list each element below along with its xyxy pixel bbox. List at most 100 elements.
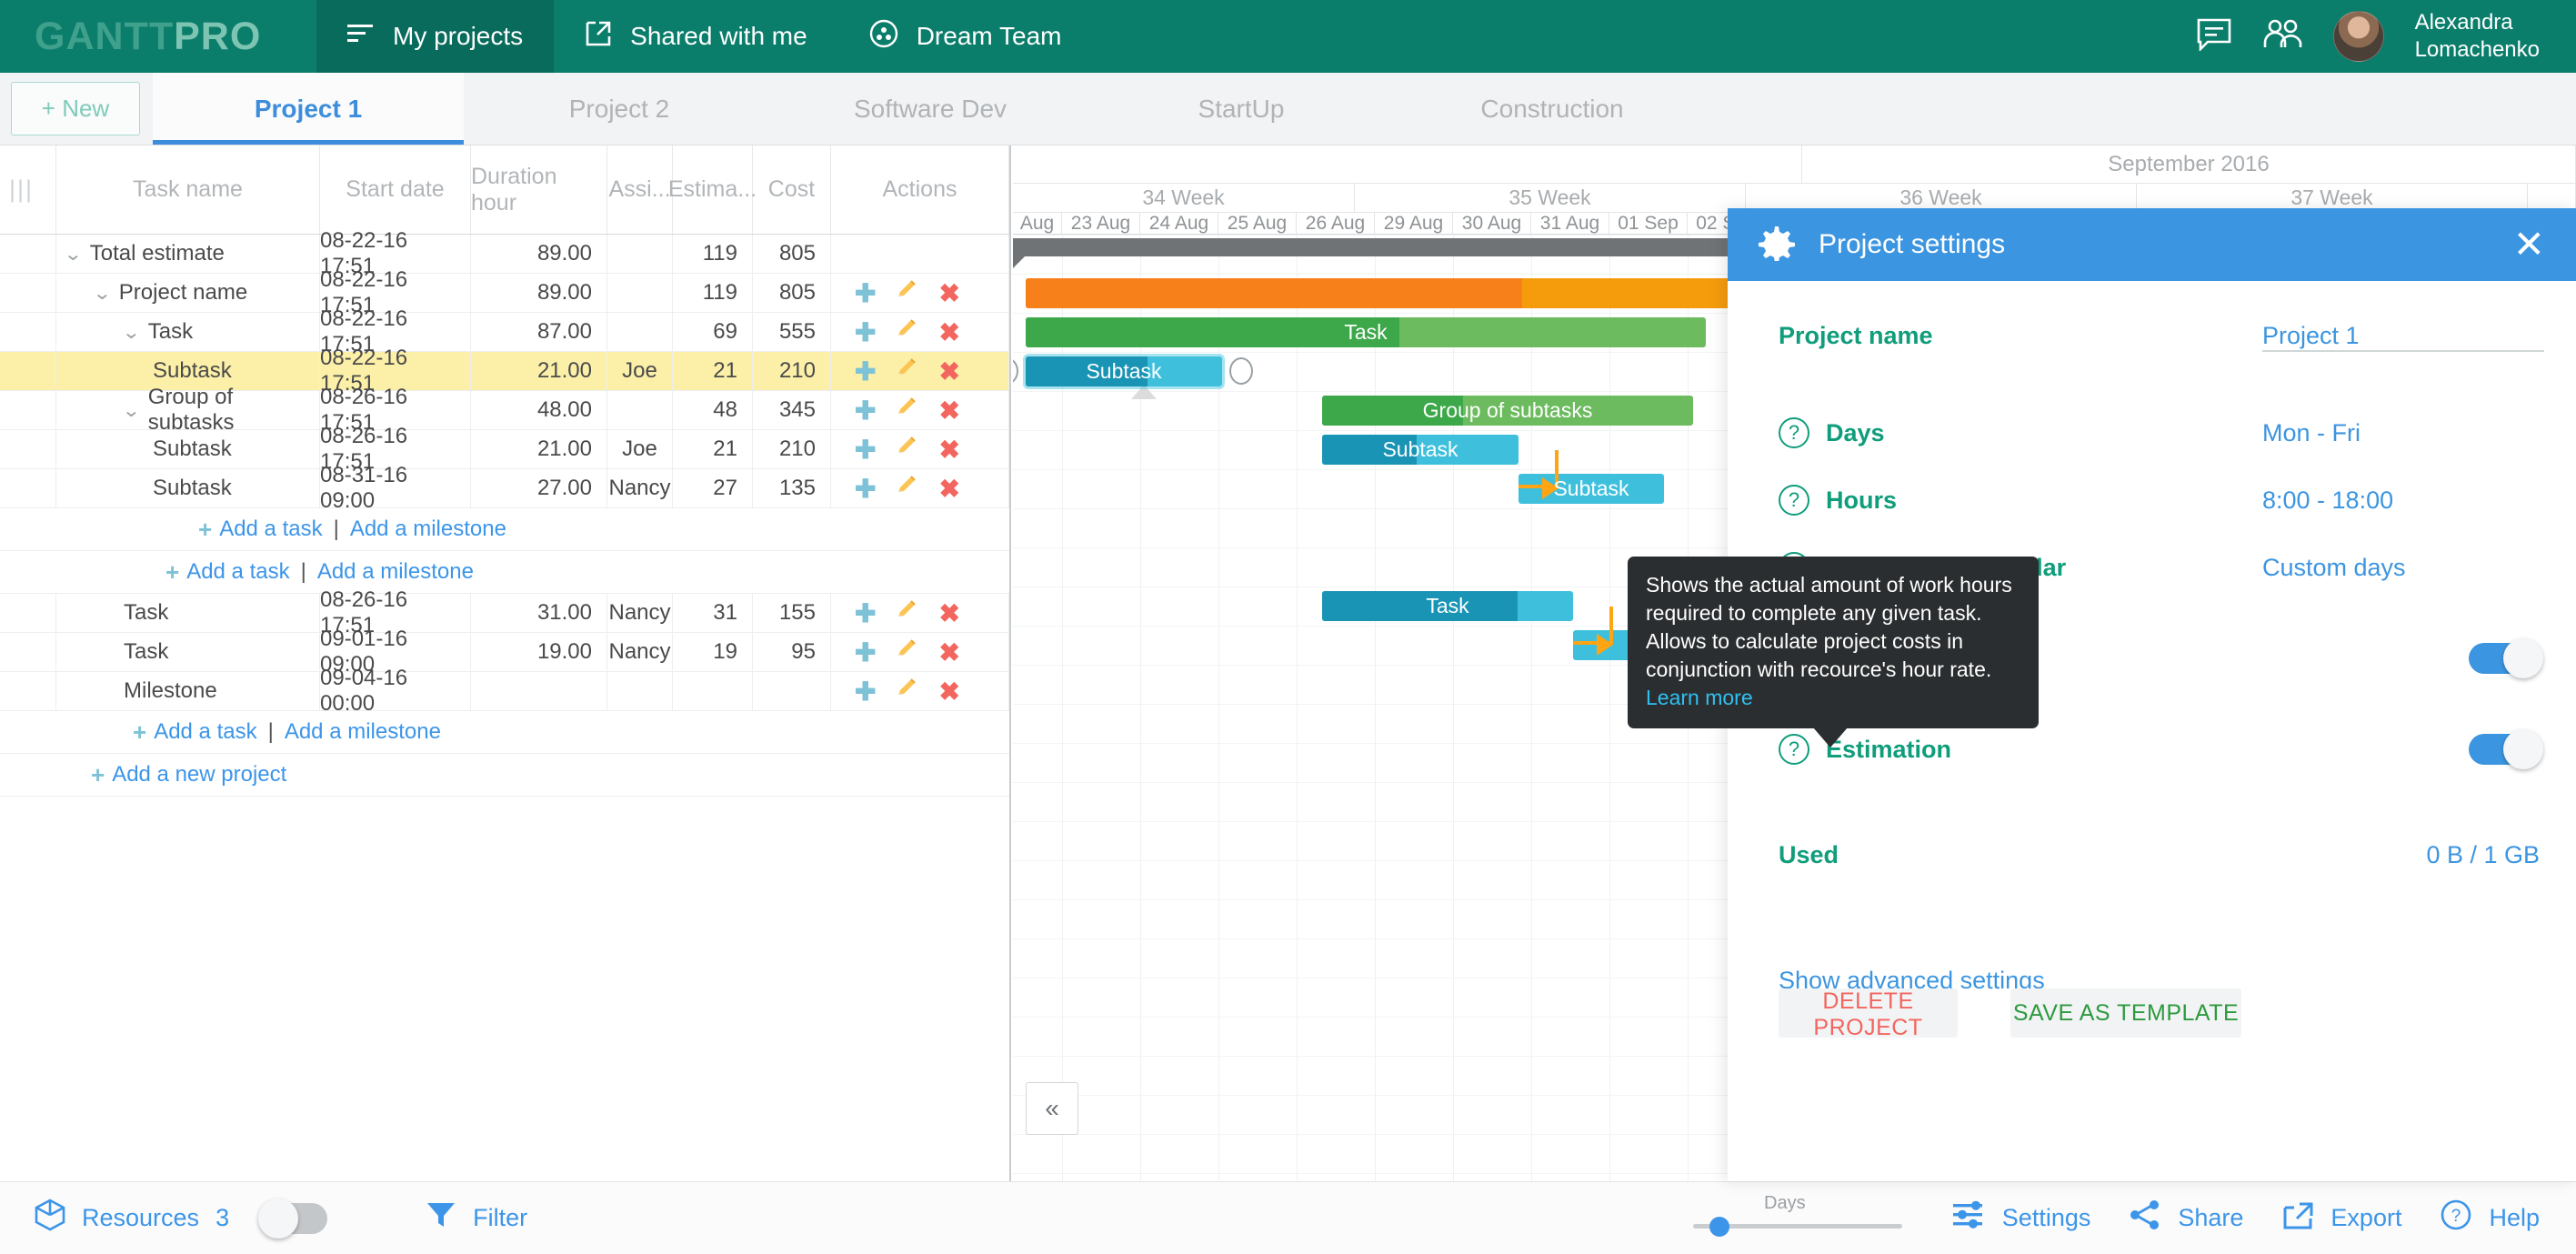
- cell-cost[interactable]: 210: [753, 352, 831, 390]
- app-logo[interactable]: GANTTPRO: [0, 0, 316, 73]
- pencil-icon[interactable]: [895, 395, 919, 426]
- delete-x-icon[interactable]: ✖: [938, 396, 959, 426]
- pencil-icon[interactable]: [895, 316, 919, 347]
- cell-duration[interactable]: 48.00: [471, 391, 607, 429]
- cell-assignee[interactable]: [607, 313, 673, 351]
- add-a-milestone-link[interactable]: Add a milestone: [350, 517, 506, 542]
- export-button[interactable]: Export: [2281, 1199, 2401, 1238]
- delete-x-icon[interactable]: ✖: [938, 474, 959, 504]
- toggle-auto-scheduling[interactable]: [2469, 643, 2540, 674]
- people-icon[interactable]: [2262, 18, 2302, 55]
- chevron-down-icon[interactable]: ⌄: [122, 321, 141, 344]
- pencil-icon[interactable]: [895, 676, 919, 707]
- plus-icon[interactable]: ✚: [855, 677, 876, 707]
- row-handle-cell[interactable]: [0, 594, 56, 632]
- resources-toggle[interactable]: [262, 1203, 327, 1234]
- add-new-project-link[interactable]: Add a new project: [112, 762, 286, 788]
- cell-duration[interactable]: 21.00: [471, 352, 607, 390]
- cell-cost[interactable]: 555: [753, 313, 831, 351]
- delete-x-icon[interactable]: ✖: [938, 278, 959, 308]
- help-button[interactable]: ? Help: [2440, 1199, 2540, 1238]
- table-row[interactable]: Task08-26-16 17:5131.00Nancy31155✚✖: [0, 594, 1009, 633]
- share-button[interactable]: Share: [2129, 1199, 2243, 1238]
- row-handle-cell[interactable]: [0, 313, 56, 351]
- cell-assignee[interactable]: [607, 235, 673, 273]
- cell-cost[interactable]: 210: [753, 430, 831, 468]
- chat-icon[interactable]: [2197, 18, 2231, 55]
- setting-value-custom-calendar[interactable]: Custom days: [2262, 554, 2406, 582]
- plus-icon[interactable]: ✚: [855, 637, 876, 667]
- help-icon-days[interactable]: ?: [1779, 417, 1809, 448]
- delete-project-button[interactable]: DELETE PROJECT: [1779, 988, 1958, 1038]
- cell-estimation[interactable]: 21: [673, 352, 753, 390]
- settings-button[interactable]: Settings: [1951, 1198, 2091, 1239]
- add-a-milestone-link[interactable]: Add a milestone: [285, 719, 441, 745]
- delete-x-icon[interactable]: ✖: [938, 356, 959, 386]
- cell-estimation[interactable]: 27: [673, 469, 753, 507]
- cell-duration[interactable]: 87.00: [471, 313, 607, 351]
- row-handle-cell[interactable]: [0, 391, 56, 429]
- cell-cost[interactable]: 805: [753, 274, 831, 312]
- filter-button[interactable]: Filter: [426, 1199, 527, 1237]
- cell-assignee[interactable]: Joe: [607, 430, 673, 468]
- column-header-cost[interactable]: Cost: [753, 145, 831, 234]
- tab-project-1[interactable]: Project 1: [153, 73, 464, 145]
- table-row[interactable]: Subtask08-31-16 09:0027.00Nancy27135✚✖: [0, 469, 1009, 508]
- cell-duration[interactable]: 21.00: [471, 430, 607, 468]
- pencil-icon[interactable]: [895, 597, 919, 628]
- column-header-start[interactable]: Start date: [320, 145, 471, 234]
- delete-x-icon[interactable]: ✖: [938, 435, 959, 465]
- table-row[interactable]: Subtask08-26-16 17:5121.00Joe21210✚✖: [0, 430, 1009, 469]
- nav-item-shared-with-me[interactable]: Shared with me: [554, 0, 838, 73]
- gantt-task-bar[interactable]: Task: [1026, 317, 1706, 347]
- cell-duration[interactable]: 89.00: [471, 235, 607, 273]
- cell-estimation[interactable]: 21: [673, 430, 753, 468]
- cell-cost[interactable]: [753, 672, 831, 710]
- collapse-grid-button[interactable]: «: [1026, 1082, 1078, 1135]
- cell-cost[interactable]: 135: [753, 469, 831, 507]
- pencil-icon[interactable]: [895, 277, 919, 308]
- avatar[interactable]: [2333, 11, 2384, 62]
- cell-duration[interactable]: 19.00: [471, 633, 607, 671]
- row-handle-cell[interactable]: [0, 430, 56, 468]
- cell-task-name[interactable]: Task: [56, 633, 320, 671]
- help-icon-hours[interactable]: ?: [1779, 485, 1809, 516]
- pencil-icon[interactable]: [895, 434, 919, 465]
- cell-assignee[interactable]: [607, 391, 673, 429]
- cell-cost[interactable]: 805: [753, 235, 831, 273]
- cell-task-name[interactable]: ⌄Project name: [56, 274, 320, 312]
- cell-task-name[interactable]: Subtask: [56, 469, 320, 507]
- gantt-task-bar[interactable]: Task: [1322, 591, 1573, 621]
- cell-duration[interactable]: 31.00: [471, 594, 607, 632]
- plus-icon[interactable]: ✚: [855, 474, 876, 504]
- toggle-estimation[interactable]: [2469, 734, 2540, 765]
- chevron-down-icon[interactable]: ⌄: [122, 399, 141, 422]
- cell-duration[interactable]: 89.00: [471, 274, 607, 312]
- gantt-task-bar[interactable]: Subtask: [1026, 356, 1222, 386]
- gantt-task-bar[interactable]: Group of subtasks: [1322, 396, 1693, 426]
- help-icon-estimation[interactable]: ?: [1779, 734, 1809, 765]
- pencil-icon[interactable]: [895, 473, 919, 504]
- plus-icon[interactable]: ✚: [855, 317, 876, 347]
- cell-estimation[interactable]: 119: [673, 274, 753, 312]
- row-handle-cell[interactable]: [0, 352, 56, 390]
- cell-estimation[interactable]: 31: [673, 594, 753, 632]
- cell-task-name[interactable]: Milestone: [56, 672, 320, 710]
- cell-cost[interactable]: 95: [753, 633, 831, 671]
- tab-startup[interactable]: StartUp: [1086, 73, 1397, 145]
- delete-x-icon[interactable]: ✖: [938, 677, 959, 707]
- pencil-icon[interactable]: [895, 637, 919, 667]
- pencil-icon[interactable]: [895, 356, 919, 386]
- plus-icon[interactable]: ✚: [855, 598, 876, 628]
- setting-value-hours[interactable]: 8:00 - 18:00: [2262, 487, 2393, 515]
- column-header-name[interactable]: Task name: [56, 145, 320, 234]
- table-row[interactable]: Milestone09-04-16 00:00✚✖: [0, 672, 1009, 711]
- tab-construction[interactable]: Construction: [1397, 73, 1708, 145]
- cell-task-name[interactable]: Task: [56, 594, 320, 632]
- delete-x-icon[interactable]: ✖: [938, 317, 959, 347]
- column-header-assignee[interactable]: Assi...: [607, 145, 673, 234]
- delete-x-icon[interactable]: ✖: [938, 598, 959, 628]
- cell-estimation[interactable]: 19: [673, 633, 753, 671]
- plus-icon[interactable]: ✚: [855, 278, 876, 308]
- cell-assignee[interactable]: Nancy: [607, 633, 673, 671]
